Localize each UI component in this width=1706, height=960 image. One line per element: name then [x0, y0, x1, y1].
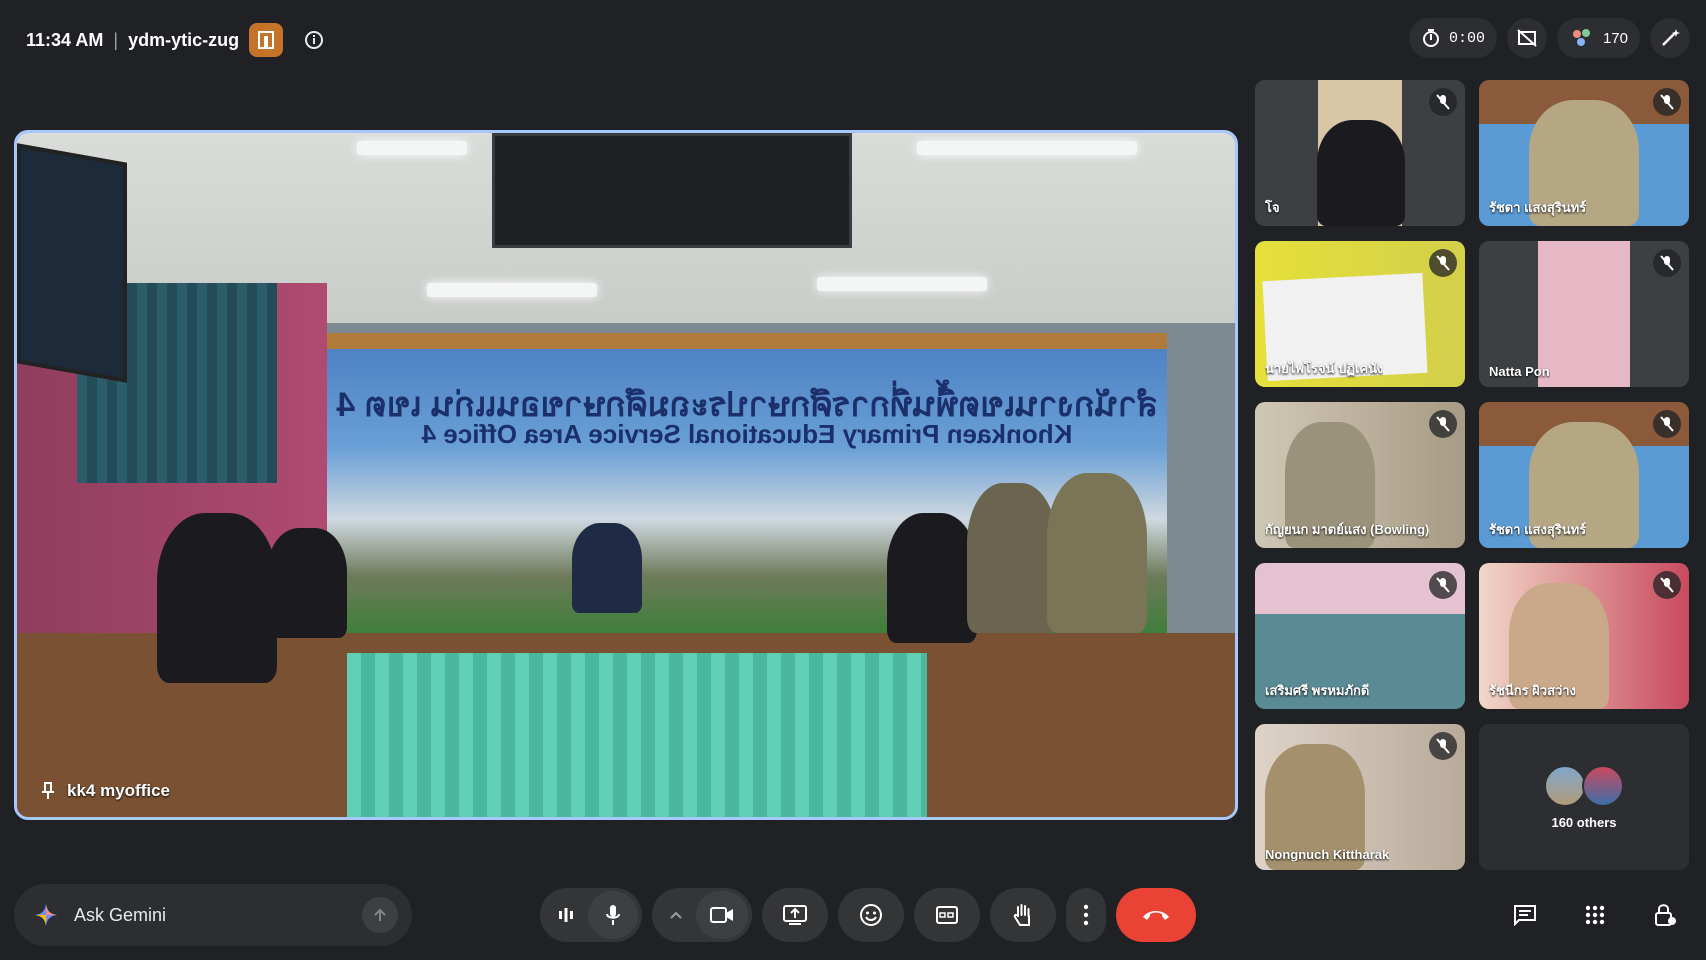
participant-count: 170 — [1602, 29, 1628, 47]
tile-name: Nongnuch Kittharak — [1265, 847, 1390, 862]
camera-button[interactable] — [696, 891, 748, 939]
more-options-button[interactable] — [1066, 888, 1106, 942]
mic-off-icon — [1653, 249, 1681, 277]
present-screen-button[interactable] — [762, 888, 828, 942]
tile-name: รัชดา แสงสุรินทร์ — [1489, 522, 1587, 537]
mic-off-icon — [1429, 410, 1457, 438]
mic-off-icon — [1653, 571, 1681, 599]
more-vert-icon — [1083, 904, 1089, 926]
present-icon — [783, 905, 807, 925]
microphone-button[interactable] — [588, 891, 638, 939]
mic-off-icon — [1429, 732, 1457, 760]
camera-icon — [710, 907, 733, 923]
call-controls — [540, 888, 1196, 942]
others-count: 160 others — [1551, 814, 1617, 830]
video-options-button[interactable] — [656, 891, 696, 939]
lock-person-icon — [1655, 904, 1676, 926]
participant-tile[interactable]: นายไพโรจน์ ปฏิเคนัง — [1255, 241, 1465, 387]
host-controls-lock-button[interactable] — [1644, 894, 1686, 936]
video-group — [652, 888, 752, 942]
people-pill[interactable]: 170 — [1556, 18, 1640, 58]
timer-value: 0:00 — [1448, 29, 1485, 47]
mic-off-icon — [1653, 410, 1681, 438]
mic-off-icon — [1429, 249, 1457, 277]
participant-tile[interactable]: รัชดา แสงสุรินทร์ — [1479, 402, 1689, 548]
hang-up-icon — [1143, 911, 1169, 920]
tile-name: รัชนีกร ผิวสว่าง — [1489, 683, 1576, 698]
ask-gemini-bar[interactable]: Ask Gemini — [14, 884, 412, 946]
avatar — [1582, 764, 1624, 807]
audio-bars-icon — [559, 908, 573, 922]
emoji-icon — [860, 904, 882, 926]
leave-call-button[interactable] — [1116, 888, 1196, 942]
others-avatars — [1544, 764, 1624, 807]
breakout-room-icon[interactable] — [249, 23, 284, 57]
apps-grid-icon — [1585, 905, 1605, 925]
audio-level-button[interactable] — [544, 891, 588, 939]
main-participant-name: kk4 myoffice — [67, 781, 170, 800]
tile-name: นายไพโรจน์ ปฏิเคนัง — [1265, 361, 1384, 376]
pencil-sparkle-icon — [1662, 29, 1680, 46]
participant-tile[interactable]: โจ — [1255, 80, 1465, 226]
ceiling-tv — [492, 133, 852, 248]
avatar — [1544, 764, 1586, 807]
hand-icon — [1013, 904, 1030, 926]
pin-icon — [42, 782, 54, 799]
status-indicators: 0:00 170 — [1408, 18, 1690, 58]
microphone-icon — [606, 905, 620, 925]
meeting-details-icon[interactable] — [303, 29, 325, 51]
captions-button[interactable] — [914, 888, 980, 942]
audio-group — [540, 888, 642, 942]
participant-tile[interactable]: Natta Pon — [1479, 241, 1689, 387]
tile-name: Natta Pon — [1489, 364, 1550, 379]
tile-name: เสริมศรี พรหมภักดี — [1265, 683, 1370, 698]
participant-tile[interactable]: เสริมศรี พรหมภักดี — [1255, 563, 1465, 709]
current-time: 11:34 AM — [26, 29, 104, 50]
raise-hand-button[interactable] — [990, 888, 1056, 942]
participant-tile[interactable]: รัชนีกร ผิวสว่าง — [1479, 563, 1689, 709]
mic-off-icon — [1653, 88, 1681, 116]
chevron-up-icon — [670, 911, 682, 919]
meeting-info-bar: 11:34 AM | ydm-ytic-zug — [26, 23, 325, 57]
people-icon — [1572, 29, 1590, 46]
main-speaker-video[interactable]: สำนักงานเขตพื้นที่การศึกษาประถมศึกษาขอนแ… — [14, 130, 1238, 820]
timer-pill[interactable]: 0:00 — [1408, 18, 1497, 58]
arrow-up-icon — [374, 908, 386, 921]
tile-name: โจ — [1265, 200, 1280, 215]
chat-button[interactable] — [1504, 894, 1546, 936]
side-panel-tools — [1504, 894, 1686, 936]
meeting-code: ydm-ytic-zug — [128, 29, 240, 50]
send-button[interactable] — [362, 897, 398, 933]
host-controls-button[interactable] — [1650, 18, 1690, 58]
chat-icon — [1514, 905, 1536, 926]
tile-name: รัชดา แสงสุรินทร์ — [1489, 200, 1587, 215]
gemini-sparkle-icon — [35, 904, 57, 926]
main-video-label: kk4 myoffice — [39, 781, 170, 801]
wall-monitor — [17, 143, 127, 383]
ask-gemini-label: Ask Gemini — [74, 904, 167, 925]
separator: | — [113, 29, 119, 50]
reactions-button[interactable] — [838, 888, 904, 942]
captions-icon — [936, 906, 958, 924]
stopwatch-icon — [1422, 29, 1439, 47]
mic-off-icon — [1429, 571, 1457, 599]
others-tile[interactable]: 160 others — [1479, 724, 1689, 870]
participant-tile[interactable]: Nongnuch Kittharak — [1255, 724, 1465, 870]
activities-button[interactable] — [1574, 894, 1616, 936]
film-off-icon — [1517, 29, 1537, 47]
conference-room-scene: สำนักงานเขตพื้นที่การศึกษาประถมศึกษาขอนแ… — [17, 133, 1235, 817]
mic-off-icon — [1429, 88, 1457, 116]
recording-off-button[interactable] — [1506, 18, 1547, 58]
tile-name: กัญยนก มาตย์แสง (Bowling) — [1265, 522, 1430, 537]
participant-tile[interactable]: กัญยนก มาตย์แสง (Bowling) — [1255, 402, 1465, 548]
participant-tile[interactable]: รัชดา แสงสุรินทร์ — [1479, 80, 1689, 226]
